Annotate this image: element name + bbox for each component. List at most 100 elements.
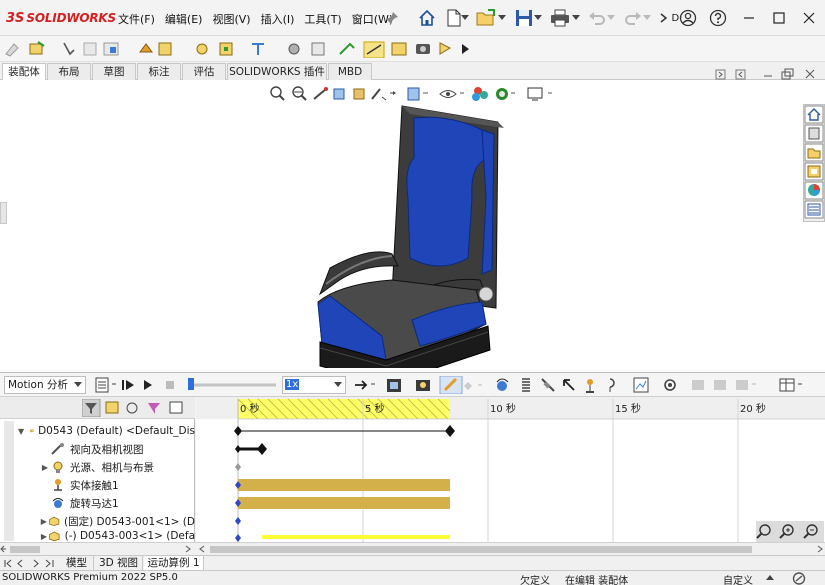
zoom-to-fit-icon[interactable] xyxy=(756,524,771,539)
damper-icon[interactable] xyxy=(541,378,555,392)
maximize-window-icon[interactable] xyxy=(768,7,790,29)
play-icon[interactable] xyxy=(144,380,152,390)
tab-assembly[interactable]: 装配体 xyxy=(2,63,46,81)
tree-scrollbar[interactable] xyxy=(0,545,191,553)
results-and-plots-icon[interactable] xyxy=(633,377,649,393)
menu-file[interactable]: 文件(F) xyxy=(113,11,160,27)
tab-sketch[interactable]: 草图 xyxy=(92,63,136,80)
motion-manager-layout-icon[interactable] xyxy=(779,378,802,392)
motion-feature-tree: ▼ D0543 (Default) <Default_Dis 视向及相机视图 ▶… xyxy=(0,397,195,542)
rebuild-status-icon[interactable] xyxy=(792,572,806,585)
pin-menu-icon[interactable] xyxy=(381,7,403,29)
filter-results-icon[interactable] xyxy=(169,401,183,414)
appearances-icon[interactable] xyxy=(804,181,824,200)
tree-row-part-fixed[interactable]: ▶ (固定) D0543-001<1> (D xyxy=(0,512,195,530)
open-folder-icon[interactable] xyxy=(475,7,497,29)
playback-slider[interactable] xyxy=(188,378,276,390)
filter-driving-icon[interactable] xyxy=(126,402,138,414)
menu-edit[interactable]: 编辑(E) xyxy=(160,11,208,27)
redo-dropdown-icon[interactable] xyxy=(641,7,653,29)
design-library-icon[interactable] xyxy=(804,124,824,143)
expand-caret[interactable]: ▶ xyxy=(40,517,48,526)
viewport-controls[interactable] xyxy=(715,68,815,80)
unit-system[interactable]: 自定义 xyxy=(723,572,753,585)
save-animation-icon[interactable] xyxy=(387,379,401,392)
tree-label: 实体接触1 xyxy=(70,479,119,492)
minimize-window-icon[interactable] xyxy=(738,7,760,29)
calculate-icon[interactable] xyxy=(95,377,109,393)
open-dropdown-icon[interactable] xyxy=(496,7,508,29)
print-icon[interactable] xyxy=(549,7,571,29)
tree-row-lights-cameras[interactable]: ▶ 光源、相机与布景 xyxy=(0,458,195,476)
menu-insert[interactable]: 插入(I) xyxy=(256,11,300,27)
undo-dropdown-icon[interactable] xyxy=(605,7,617,29)
filter-icon[interactable] xyxy=(82,399,101,417)
tab-motion-study-1[interactable]: 运动算例 1 xyxy=(144,556,204,571)
expand-caret[interactable]: ▼ xyxy=(18,427,24,436)
help-icon[interactable] xyxy=(707,7,729,29)
stop-icon[interactable] xyxy=(166,381,174,389)
tab-layout[interactable]: 布局 xyxy=(47,63,91,80)
playback-speed-select[interactable]: 1x xyxy=(282,376,346,394)
expand-caret[interactable]: ▶ xyxy=(40,532,48,541)
spring-icon[interactable] xyxy=(522,378,530,392)
graphics-area[interactable] xyxy=(0,68,825,372)
custom-properties-icon[interactable] xyxy=(804,200,824,219)
tab-addins[interactable]: SOLIDWORKS 插件 xyxy=(227,63,327,80)
menu-tools[interactable]: 工具(T) xyxy=(299,11,346,27)
task-pane xyxy=(803,104,825,222)
tree-row-assembly[interactable]: ▼ D0543 (Default) <Default_Dis xyxy=(0,422,195,440)
feature-tree-collapse-handle[interactable] xyxy=(0,202,7,224)
tree-row-solid-contact[interactable]: 实体接触1 xyxy=(0,476,195,494)
tree-row-part-floating[interactable]: ▶ (-) D0543-003<1> (Defa xyxy=(0,530,195,542)
animation-wizard-icon[interactable] xyxy=(416,380,430,391)
chair-3d-model[interactable] xyxy=(300,98,510,368)
gravity-icon[interactable] xyxy=(609,378,615,392)
tree-row-rotary-motor[interactable]: 旋转马达1 xyxy=(0,494,195,512)
menu-view[interactable]: 视图(V) xyxy=(207,11,255,27)
expand-caret[interactable]: ▶ xyxy=(40,463,50,472)
tree-row-camera-views[interactable]: 视向及相机视图 xyxy=(0,440,195,458)
file-explorer-icon[interactable] xyxy=(804,143,824,162)
horizontal-scrollbars xyxy=(0,542,825,555)
timeline-canvas[interactable] xyxy=(196,397,825,542)
zoom-out-icon[interactable] xyxy=(803,524,818,539)
units-up-arrow-icon[interactable] xyxy=(766,574,774,582)
task-pane-home-icon[interactable] xyxy=(804,105,824,124)
force-icon[interactable] xyxy=(563,379,575,391)
play-from-start-icon[interactable] xyxy=(122,380,134,390)
tree-label: (固定) D0543-001<1> (D xyxy=(64,515,195,528)
tab-mbd[interactable]: MBD xyxy=(328,63,372,80)
filter-selected-icon[interactable] xyxy=(148,403,160,414)
tab-markup[interactable]: 标注 xyxy=(137,63,181,80)
print-dropdown-icon[interactable] xyxy=(570,7,582,29)
solidworks-logo[interactable]: 3S SOLIDWORKS xyxy=(6,9,116,27)
filter-animated-icon[interactable] xyxy=(105,401,119,414)
save-dropdown-icon[interactable] xyxy=(532,7,544,29)
motion-timeline[interactable] xyxy=(196,397,825,543)
tab-3d-view[interactable]: 3D 视图 xyxy=(95,556,143,570)
user-account-icon[interactable] xyxy=(677,7,699,29)
home-icon[interactable] xyxy=(416,7,438,29)
view-palette-icon[interactable] xyxy=(804,162,824,181)
study-type-select[interactable]: Motion 分析 xyxy=(4,376,86,394)
timeline-zoom-controls xyxy=(756,521,824,543)
add-key-icon[interactable] xyxy=(464,382,482,390)
autokey-icon[interactable] xyxy=(439,376,463,394)
playback-mode-icon[interactable] xyxy=(355,380,368,390)
timeline-scrollbar[interactable] xyxy=(199,545,823,553)
zoom-in-icon[interactable] xyxy=(779,524,794,539)
motor-icon[interactable] xyxy=(496,378,509,391)
new-dropdown-icon[interactable] xyxy=(459,7,471,29)
disabled-tools-icons xyxy=(692,380,756,390)
contact-icon[interactable] xyxy=(586,379,594,393)
tab-scroll-arrows[interactable] xyxy=(2,558,58,569)
close-window-icon[interactable] xyxy=(798,7,820,29)
command-manager-toolbar xyxy=(0,36,825,62)
heads-up-view-toolbar[interactable] xyxy=(268,85,558,103)
sketch-tool-icons[interactable] xyxy=(5,41,469,58)
tick-label-20: 20 秒 xyxy=(740,404,766,415)
motion-study-properties-icon[interactable] xyxy=(664,379,676,391)
tab-evaluate[interactable]: 评估 xyxy=(182,63,226,80)
tab-model[interactable]: 模型 xyxy=(60,556,94,570)
